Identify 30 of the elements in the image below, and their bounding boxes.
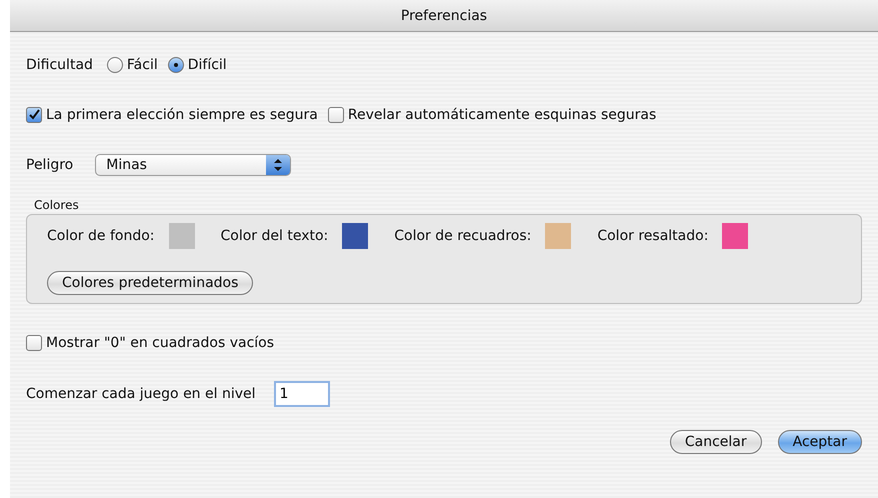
radio-button[interactable] (168, 57, 184, 73)
color-label: Color de recuadros: (394, 228, 532, 244)
color-swatch[interactable] (342, 223, 368, 249)
radio-option[interactable]: Fácil (106, 57, 158, 73)
level-input[interactable]: 1 (274, 381, 330, 407)
accept-button[interactable]: Aceptar (778, 430, 862, 454)
color-label: Color resaltado: (597, 228, 708, 244)
danger-label: Peligro (26, 157, 74, 173)
checkmark-icon (28, 109, 40, 121)
color-swatch[interactable] (168, 223, 194, 249)
group-title: Colores (34, 198, 80, 212)
danger-dropdown[interactable]: Minas (95, 154, 292, 176)
radio-button[interactable] (106, 57, 123, 73)
checkbox-option[interactable]: La primera elección siempre es segura (26, 107, 318, 123)
checkbox-option[interactable]: Revelar automáticamente esquinas seguras (328, 107, 656, 123)
color-swatch[interactable] (722, 223, 748, 249)
checkbox-option[interactable]: Mostrar "0" en cuadrados vacíos (26, 335, 274, 351)
checkbox[interactable] (328, 107, 344, 123)
cancel-button[interactable]: Cancelar (670, 430, 762, 454)
start-level-label: Comenzar cada juego en el nivel (26, 386, 256, 402)
radio-option[interactable]: Difícil (168, 57, 227, 73)
checkbox[interactable] (26, 335, 42, 351)
stepper-arrows-icon (274, 159, 282, 171)
checkbox[interactable] (26, 107, 42, 123)
color-label: Color de fondo: (47, 228, 154, 244)
difficulty-label: Dificultad (26, 57, 93, 73)
window-title: Preferencias (400, 8, 488, 24)
default-colors-button[interactable]: Colores predeterminados (47, 271, 254, 295)
color-label: Color del texto: (220, 228, 328, 244)
color-swatch[interactable] (545, 223, 572, 249)
